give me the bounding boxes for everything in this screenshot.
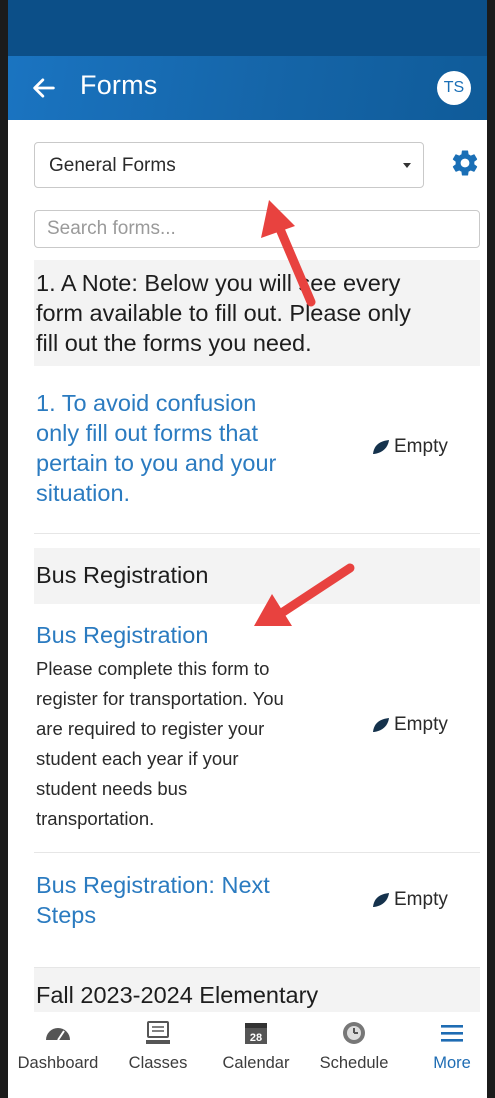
section-header-note: 1. A Note: Below you will see every form… — [34, 260, 480, 366]
section-header-line: form available to fill out. Please only — [36, 300, 411, 326]
bottom-navigation: Dashboard Classes 28 Calendar Schedule M… — [8, 1012, 487, 1098]
form-description: are required to register your — [36, 718, 265, 739]
list-item[interactable]: 1. To avoid confusion only fill out form… — [34, 372, 480, 534]
phone-screen: Forms TS General Forms 1. A Note: Below … — [0, 0, 495, 1098]
form-link[interactable]: Bus Registration: Next — [36, 870, 270, 900]
form-link[interactable]: pertain to you and your — [36, 448, 276, 478]
monitor-icon — [146, 1021, 170, 1044]
status-bar — [8, 0, 487, 56]
nav-label: Calendar — [222, 1054, 290, 1072]
form-link[interactable]: only fill out forms that — [36, 418, 258, 448]
calendar-badge: 28 — [250, 1032, 262, 1044]
form-description: student needs bus — [36, 778, 188, 799]
calendar-icon: 28 — [245, 1023, 267, 1044]
nav-more[interactable]: More — [412, 1018, 492, 1088]
app-bar: Forms TS — [8, 56, 487, 120]
nav-classes[interactable]: Classes — [116, 1018, 200, 1088]
form-category-selected: General Forms — [49, 155, 176, 176]
nav-calendar[interactable]: 28 Calendar — [210, 1018, 302, 1088]
form-status: Empty — [372, 436, 448, 458]
nav-label: Dashboard — [17, 1054, 99, 1072]
nav-label: Classes — [128, 1054, 188, 1072]
speedometer-icon — [46, 1028, 70, 1041]
caret-down-icon — [403, 163, 411, 168]
search-input[interactable] — [34, 210, 480, 248]
avatar[interactable]: TS — [437, 71, 471, 105]
form-status: Empty — [372, 889, 448, 911]
section-header-line: 1. A Note: Below you will see every — [36, 270, 401, 296]
form-description: Please complete this form to — [36, 658, 270, 679]
form-status-label: Empty — [394, 436, 448, 457]
form-status: Empty — [372, 714, 448, 736]
form-description: student each year if your — [36, 748, 239, 769]
nav-schedule[interactable]: Schedule — [308, 1018, 400, 1088]
leaf-icon — [373, 440, 389, 454]
nav-label: More — [433, 1054, 471, 1072]
page-title: Forms — [80, 70, 158, 100]
form-link[interactable]: situation. — [36, 478, 130, 508]
list-item[interactable]: Bus Registration Please complete this fo… — [34, 604, 480, 853]
hamburger-menu-icon — [441, 1025, 463, 1042]
form-description: register for transportation. You — [36, 688, 284, 709]
section-header-line: Fall 2023-2024 Elementary — [36, 982, 319, 1008]
form-status-label: Empty — [394, 714, 448, 735]
nav-label: Schedule — [319, 1054, 389, 1072]
nav-dashboard[interactable]: Dashboard — [10, 1018, 106, 1088]
section-header-line: Bus Registration — [36, 562, 209, 588]
device-bezel-left — [0, 0, 8, 1098]
leaf-icon — [373, 893, 389, 907]
back-arrow-icon[interactable] — [30, 74, 58, 102]
form-category-select[interactable]: General Forms — [34, 142, 424, 188]
list-item[interactable]: Bus Registration: Next Steps Empty — [34, 854, 480, 968]
form-description: transportation. — [36, 808, 155, 829]
section-header-line: fill out the forms you need. — [36, 330, 312, 356]
form-link[interactable]: Steps — [36, 900, 96, 930]
leaf-icon — [373, 718, 389, 732]
form-link[interactable]: 1. To avoid confusion — [36, 388, 256, 418]
forms-content[interactable]: General Forms 1. A Note: Below you will … — [8, 120, 487, 1012]
device-bezel-right — [487, 0, 495, 1098]
section-header-bus-registration: Bus Registration — [34, 548, 480, 604]
section-header-fall-elementary: Fall 2023-2024 Elementary — [34, 968, 480, 1012]
clock-icon — [343, 1022, 365, 1044]
gear-icon[interactable] — [450, 148, 480, 178]
form-status-label: Empty — [394, 889, 448, 910]
form-link[interactable]: Bus Registration — [36, 620, 208, 650]
